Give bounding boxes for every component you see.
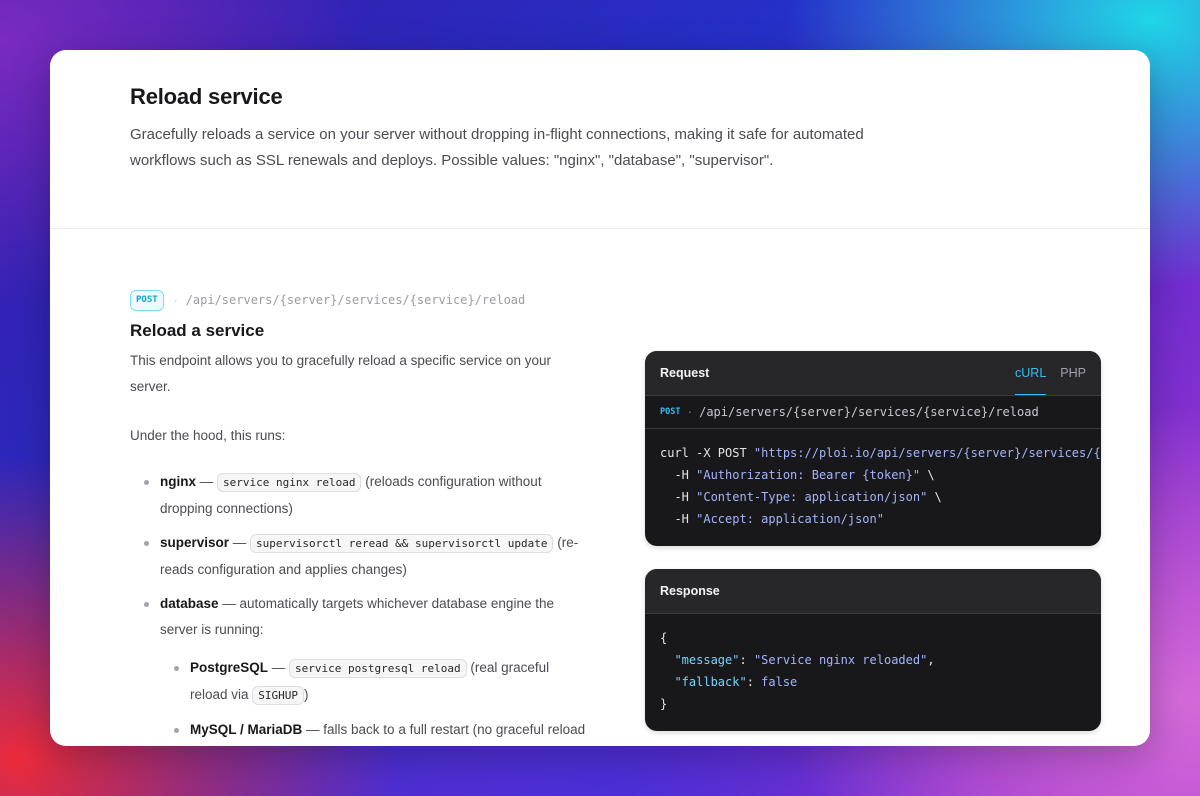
item-dash: — <box>196 474 218 489</box>
response-panel: Response { "message": "Service nginx rel… <box>645 569 1101 731</box>
code-token: \ <box>920 468 935 482</box>
request-path: /api/servers/{server}/services/{service}… <box>699 405 1039 419</box>
under-hood-text: Under the hood, this runs: <box>130 428 286 443</box>
request-panel: Request cURL PHP POST · /api/servers/{se… <box>645 351 1101 546</box>
item-dash: — <box>229 535 251 550</box>
code-token: : <box>739 653 754 667</box>
code-token: "https://ploi.io/api/servers/{server}/se… <box>753 446 1101 460</box>
tab-curl[interactable]: cURL <box>1015 351 1047 395</box>
code-token: -H <box>660 512 697 526</box>
page-header: Reload service Gracefully reloads a serv… <box>50 50 1150 229</box>
inline-code: service postgresql reload <box>289 659 467 678</box>
endpoint-path: /api/servers/{server}/services/{service}… <box>185 293 526 307</box>
code-token: "message" <box>674 653 740 667</box>
separator-dot: · <box>686 405 694 419</box>
code-token: -H <box>660 490 697 504</box>
list-item-database: database — automatically targets whichev… <box>130 591 590 743</box>
code-token: } <box>660 697 668 711</box>
list-item-postgresql: PostgreSQL — service postgresql reload (… <box>160 655 590 709</box>
request-endpoint-bar: POST · /api/servers/{server}/services/{s… <box>645 396 1101 429</box>
code-token: "Service nginx reloaded" <box>753 653 928 667</box>
section-title: Reload a service <box>130 321 265 340</box>
page-description: Gracefully reloads a service on your ser… <box>130 126 864 169</box>
code-token: { <box>660 631 668 645</box>
response-code-block: { "message": "Service nginx reloaded", "… <box>645 614 1101 731</box>
code-token: -H <box>660 468 697 482</box>
inline-code: SIGHUP <box>252 686 305 705</box>
code-token: "Authorization: Bearer {token}" <box>696 468 921 482</box>
tab-php[interactable]: PHP <box>1060 351 1086 395</box>
code-token: \ <box>927 490 942 504</box>
item-text: — automatically targets whichever databa… <box>160 596 554 637</box>
request-panel-title: Request <box>660 366 710 380</box>
request-code-block: curl -X POST "https://ploi.io/api/server… <box>645 429 1101 546</box>
database-sublist: PostgreSQL — service postgresql reload (… <box>160 655 590 743</box>
endpoint-docs: POST · /api/servers/{server}/services/{s… <box>130 289 590 746</box>
item-name: supervisor <box>160 535 230 550</box>
request-panel-header: Request cURL PHP <box>645 351 1101 396</box>
docs-card: Reload service Gracefully reloads a serv… <box>50 50 1150 746</box>
service-list: nginx — service nginx reload (reloads co… <box>130 469 590 743</box>
request-method: POST <box>660 407 681 417</box>
item-text: — falls back to a full restart (no grace… <box>302 722 586 737</box>
code-token: false <box>761 675 798 689</box>
list-item-supervisor: supervisor — supervisorctl reread && sup… <box>130 530 590 583</box>
response-panel-title: Response <box>660 584 720 598</box>
page-title: Reload service <box>130 84 283 109</box>
inline-code: service nginx reload <box>217 473 362 492</box>
item-name: database <box>160 596 219 611</box>
code-token: "Accept: application/json" <box>696 512 884 526</box>
item-text: ) <box>304 687 309 702</box>
section-description: This endpoint allows you to gracefully r… <box>130 353 551 394</box>
separator-dot: · <box>173 293 178 307</box>
language-tabs: cURL PHP <box>1001 351 1086 395</box>
item-dash: — <box>268 660 290 675</box>
code-token: "Content-Type: application/json" <box>696 490 928 504</box>
response-panel-header: Response <box>645 569 1101 614</box>
item-name: MySQL / MariaDB <box>190 722 303 737</box>
inline-code: supervisorctl reread && supervisorctl up… <box>250 534 554 553</box>
method-badge: POST <box>130 289 164 311</box>
item-name: PostgreSQL <box>190 660 269 675</box>
item-name: nginx <box>160 474 196 489</box>
code-token: "fallback" <box>674 675 747 689</box>
endpoint-line: POST · /api/servers/{server}/services/{s… <box>130 289 590 311</box>
code-token: , <box>927 653 935 667</box>
code-token: : <box>746 675 762 689</box>
list-item-mysql: MySQL / MariaDB — falls back to a full r… <box>160 717 590 743</box>
list-item-nginx: nginx — service nginx reload (reloads co… <box>130 469 590 522</box>
code-token: curl -X POST <box>660 446 754 460</box>
